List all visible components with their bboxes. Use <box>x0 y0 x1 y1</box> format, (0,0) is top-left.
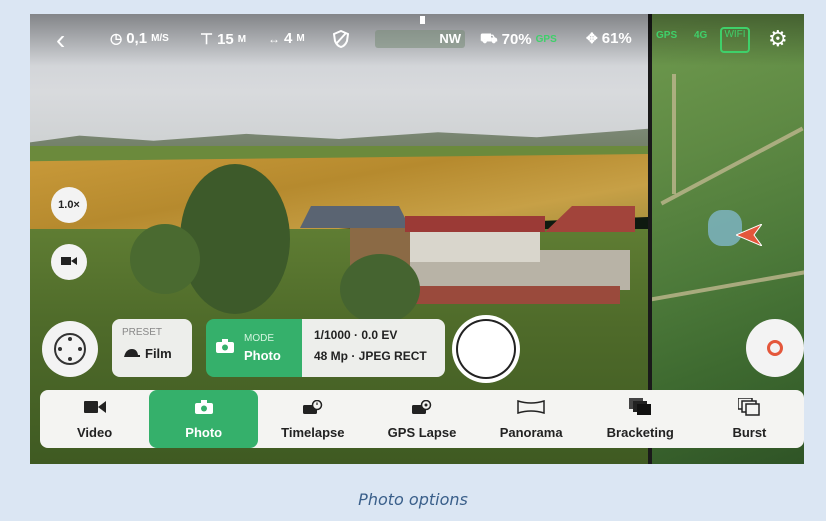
drone-icon: ⛟ <box>480 30 498 46</box>
mode-label: Burst <box>732 425 767 440</box>
mode-label: Photo <box>185 425 223 440</box>
capture-mode-bar: Video Photo Timelapse GPS Lapse Panorama <box>40 390 804 448</box>
mode-burst[interactable]: Burst <box>695 390 804 448</box>
joystick-icon <box>54 333 86 365</box>
network-status: 4G <box>694 30 707 41</box>
mode-value: Photo <box>244 348 281 363</box>
tree <box>130 224 200 294</box>
bracketing-icon <box>629 398 652 416</box>
mode-panorama[interactable]: Panorama <box>477 390 586 448</box>
target-icon <box>767 340 783 356</box>
drone-position-icon <box>736 224 762 246</box>
timelapse-icon <box>302 398 323 416</box>
drone-app-screen: ‹ ◷ 0,1 M/S ⊤ 15 M ↔ 4 M NW ⛟ 70% GPS ✥ <box>30 14 804 464</box>
camera-switch-button[interactable] <box>51 244 87 280</box>
speedometer-icon: ◷ <box>110 30 123 46</box>
speed-readout: ◷ 0,1 M/S <box>110 30 169 47</box>
altitude-icon: ⊤ <box>200 31 214 48</box>
altitude-readout: ⊤ 15 M <box>200 30 247 49</box>
distance-readout: ↔ 4 M <box>268 30 305 47</box>
camera-icon <box>216 338 234 358</box>
controller-battery-value: 61% <box>601 30 632 47</box>
mode-photo[interactable]: Photo <box>149 390 259 448</box>
obstacle-shield-icon[interactable] <box>333 30 349 48</box>
controller-gps-status: GPS <box>656 30 678 41</box>
preset-value: Film <box>145 346 172 361</box>
photo-camera-icon <box>194 398 213 416</box>
telemetry-bar: ‹ ◷ 0,1 M/S ⊤ 15 M ↔ 4 M NW ⛟ 70% GPS ✥ <box>30 14 804 66</box>
settings-gear-icon[interactable]: ⚙ <box>768 27 788 52</box>
recenter-map-button[interactable] <box>746 319 804 377</box>
drone-battery-value: 70% <box>501 31 532 48</box>
distance-icon: ↔ <box>268 31 280 46</box>
back-icon: ‹ <box>56 24 66 55</box>
zoom-level: 1.0× <box>58 199 80 211</box>
mode-label: Video <box>76 425 113 440</box>
panorama-icon <box>517 398 545 416</box>
wifi-label: WIFI <box>724 29 746 40</box>
drone-battery: ⛟ 70% GPS <box>480 30 557 49</box>
preset-card[interactable]: PRESET Film <box>112 319 192 377</box>
mode-label: Bracketing <box>606 425 674 440</box>
map-road <box>660 126 804 206</box>
joystick-button[interactable] <box>42 321 98 377</box>
tree <box>180 164 290 314</box>
mode-timelapse[interactable]: Timelapse <box>258 390 367 448</box>
controller-gps: GPS <box>656 30 677 41</box>
4g-status: 4G <box>694 30 708 41</box>
zoom-button[interactable]: 1.0× <box>51 187 87 223</box>
mode-label: Timelapse <box>281 425 345 440</box>
drone-gps-status: GPS <box>535 34 557 45</box>
mode-label: Panorama <box>499 425 563 440</box>
video-camera-icon <box>61 255 77 270</box>
speed-unit: M/S <box>151 33 169 44</box>
mode-gps-lapse[interactable]: GPS Lapse <box>367 390 476 448</box>
video-camera-icon <box>83 398 106 416</box>
controller-battery: ✥ 61% <box>586 30 632 47</box>
shutter-button[interactable] <box>456 319 516 379</box>
shutter-ev-value: 1/1000 · 0.0 EV <box>314 328 398 342</box>
compass-heading: NW <box>375 30 465 48</box>
distance-value: 4 <box>284 30 293 47</box>
mode-label: GPS Lapse <box>387 425 457 440</box>
heading-pointer-icon <box>420 16 425 24</box>
speed-value: 0,1 <box>126 30 148 47</box>
distance-unit: M <box>296 33 305 44</box>
figure-caption: Photo options <box>358 490 468 509</box>
turtle-icon <box>122 346 140 361</box>
altitude-unit: M <box>237 33 247 45</box>
altitude-value: 15 <box>217 30 234 48</box>
tree <box>340 254 420 324</box>
gps-lapse-icon <box>411 398 432 416</box>
exposure-settings-card[interactable]: 1/1000 · 0.0 EV 48 Mp · JPEG RECT <box>302 319 445 377</box>
preset-label: PRESET <box>122 327 163 338</box>
back-button[interactable]: ‹ <box>56 24 65 56</box>
mode-card[interactable]: MODE Photo <box>206 319 302 377</box>
controller-icon: ✥ <box>586 30 598 46</box>
resolution-format-value: 48 Mp · JPEG RECT <box>314 349 427 363</box>
wifi-status[interactable]: WIFI <box>720 27 750 53</box>
burst-icon <box>738 398 761 416</box>
map-road <box>672 74 676 194</box>
mode-label: MODE <box>244 333 274 344</box>
map-road <box>652 269 804 303</box>
mode-bracketing[interactable]: Bracketing <box>586 390 695 448</box>
mode-video[interactable]: Video <box>40 390 149 448</box>
